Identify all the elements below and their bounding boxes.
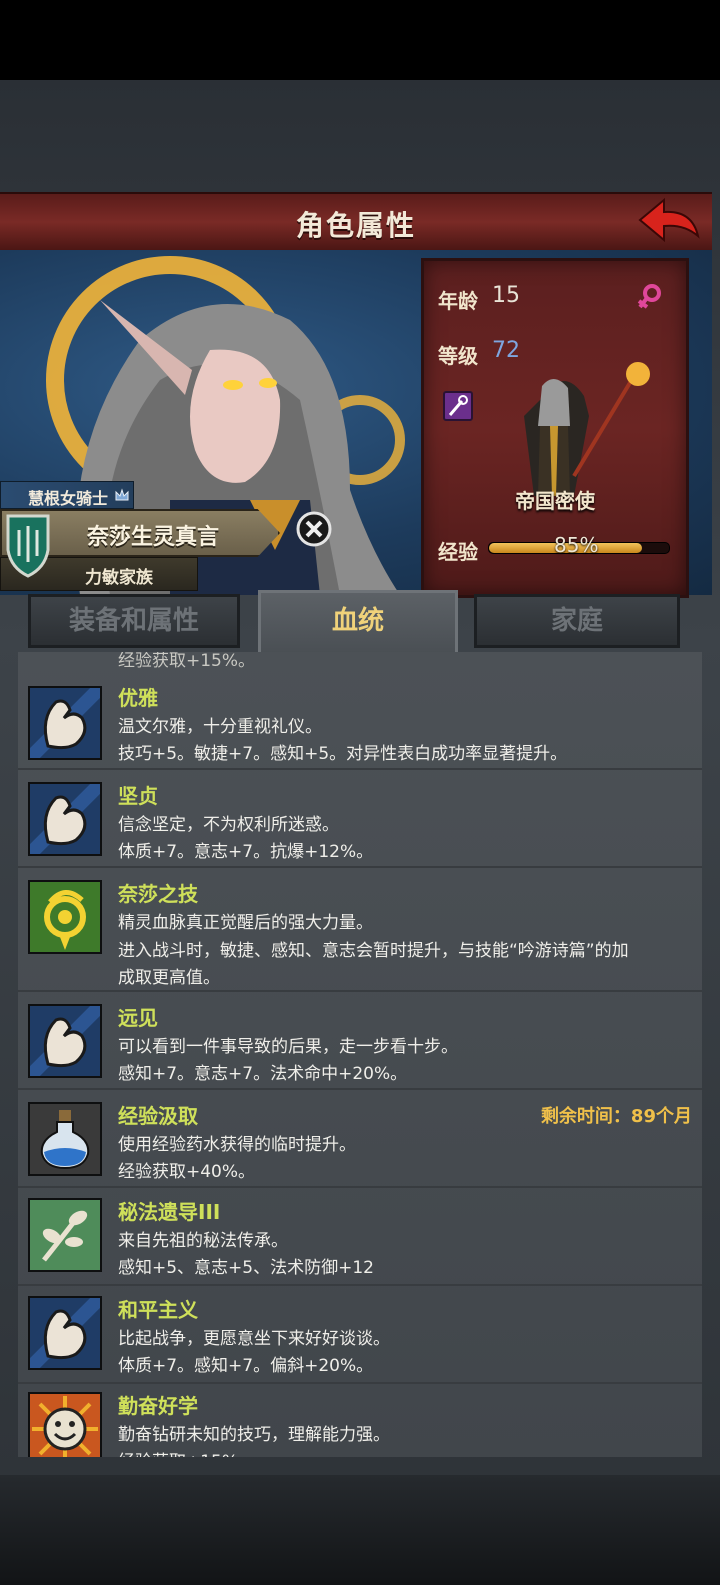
trait-desc: 勤奋钻研未知的技巧，理解能力强。 bbox=[118, 1425, 390, 1445]
trait-name: 和平主义 bbox=[118, 1298, 198, 1322]
trait-effect: 体质+7。感知+7。偏斜+20%。 bbox=[118, 1356, 374, 1376]
trait-desc: 比起战争，更愿意坐下来好好谈谈。 bbox=[118, 1329, 390, 1349]
female-gender-icon bbox=[637, 284, 661, 309]
trait-name: 坚贞 bbox=[118, 784, 158, 808]
family-name: 力敏家族 bbox=[85, 568, 153, 588]
tab-bar: 装备和属性 血统 家庭 bbox=[28, 590, 680, 653]
trait-name: 远见 bbox=[118, 1006, 158, 1030]
tab-equipment[interactable]: 装备和属性 bbox=[28, 594, 240, 648]
list-item: 秘法遗导III 来自先祖的秘法传承。 感知+5、意志+5、法术防御+12 bbox=[18, 1188, 702, 1286]
trait-effect-cont: 成取更高值。 bbox=[118, 968, 220, 988]
stats-panel: 年龄 15 等级 72 帝国密使 经验 85% bbox=[421, 258, 689, 598]
potion-flask-icon bbox=[28, 1102, 102, 1176]
golden-swirl-icon bbox=[28, 880, 102, 954]
title-bar: 角色属性 bbox=[0, 192, 712, 252]
tab-family[interactable]: 家庭 bbox=[474, 594, 680, 648]
trait-effect: 感知+7。意志+7。法术命中+20%。 bbox=[118, 1064, 408, 1084]
tab-bloodline[interactable]: 血统 bbox=[258, 590, 458, 653]
trait-desc: 信念坚定，不为权利所迷惑。 bbox=[118, 815, 339, 835]
age-value: 15 bbox=[492, 283, 520, 308]
exp-label: 经验 bbox=[438, 540, 478, 564]
list-item: 和平主义 比起战争，更愿意坐下来好好谈谈。 体质+7。感知+7。偏斜+20%。 bbox=[18, 1286, 702, 1384]
age-label: 年龄 bbox=[438, 289, 478, 313]
trait-list[interactable]: 经验获取+15%。 优雅 温文尔雅，十分重视礼仪。 技巧+5。敏捷+7。感知+5… bbox=[18, 652, 702, 1457]
character-title-plate: 慧根女骑士 bbox=[0, 481, 134, 509]
crown-icon bbox=[115, 488, 129, 501]
trait-effect: 感知+5、意志+5、法术防御+12 bbox=[118, 1258, 374, 1278]
trait-name: 经验汲取 bbox=[118, 1104, 198, 1128]
character-name: 奈莎生灵真言 bbox=[87, 525, 220, 550]
level-label: 等级 bbox=[438, 344, 478, 368]
flexed-arm-icon bbox=[28, 686, 102, 760]
flexed-arm-icon bbox=[28, 1004, 102, 1078]
red-back-arrow-icon[interactable] bbox=[634, 196, 702, 246]
list-item: 坚贞 信念坚定，不为权利所迷惑。 体质+7。意志+7。抗爆+12%。 bbox=[18, 770, 702, 868]
trait-effect: 技巧+5。敏捷+7。感知+5。对异性表白成功率显著提升。 bbox=[118, 744, 568, 764]
trait-desc: 温文尔雅，十分重视礼仪。 bbox=[118, 717, 322, 737]
list-item: 奈莎之技 精灵血脉真正觉醒后的强大力量。 进入战斗时，敏捷、感知、意志会暂时提升… bbox=[18, 868, 702, 992]
staff-weapon-icon[interactable] bbox=[443, 391, 473, 421]
list-item: 经验汲取 剩余时间：89个月 使用经验药水获得的临时提升。 经验获取+40%。 bbox=[18, 1090, 702, 1188]
status-bar bbox=[0, 0, 720, 80]
trait-effect: 进入战斗时，敏捷、感知、意志会暂时提升，与技能“吟游诗篇”的加 bbox=[118, 941, 629, 961]
branch-leaf-icon bbox=[28, 1198, 102, 1272]
remaining-time: 剩余时间：89个月 bbox=[540, 1106, 692, 1127]
trait-effect: 经验获取+15% bbox=[118, 1447, 238, 1457]
trait-desc: 精灵血脉真正觉醒后的强大力量。 bbox=[118, 913, 373, 933]
trait-name: 优雅 bbox=[118, 686, 158, 710]
flexed-arm-icon bbox=[28, 782, 102, 856]
trait-effect: 经验获取+40%。 bbox=[118, 1162, 256, 1182]
exp-percent: 85% bbox=[554, 533, 599, 557]
class-name: 帝国密使 bbox=[515, 489, 595, 513]
page-title: 角色属性 bbox=[295, 209, 416, 242]
family-shield-icon bbox=[6, 514, 50, 578]
close-icon[interactable] bbox=[296, 511, 332, 547]
list-item: 远见 可以看到一件事导致的后果，走一步看十步。 感知+7。意志+7。法术命中+2… bbox=[18, 992, 702, 1090]
trait-name: 秘法遗导III bbox=[118, 1200, 221, 1224]
trait-effect: 体质+7。意志+7。抗爆+12%。 bbox=[118, 842, 374, 862]
partial-line: 经验获取+15%。 bbox=[118, 652, 256, 671]
trait-desc: 使用经验药水获得的临时提升。 bbox=[118, 1135, 356, 1155]
navigation-bar bbox=[0, 1475, 720, 1585]
smiley-face-icon bbox=[28, 1392, 102, 1457]
trait-name: 奈莎之技 bbox=[118, 882, 198, 906]
list-item: 优雅 温文尔雅，十分重视礼仪。 技巧+5。敏捷+7。感知+5。对异性表白成功率显… bbox=[18, 674, 702, 770]
trait-desc: 来自先祖的秘法传承。 bbox=[118, 1231, 288, 1251]
list-item: 勤奋好学 勤奋钻研未知的技巧，理解能力强。 经验获取+15% bbox=[18, 1384, 702, 1457]
trait-desc: 可以看到一件事导致的后果，走一步看十步。 bbox=[118, 1037, 458, 1057]
flexed-arm-icon bbox=[28, 1296, 102, 1370]
character-title: 慧根女骑士 bbox=[28, 489, 109, 508]
trait-name: 勤奋好学 bbox=[118, 1394, 198, 1418]
